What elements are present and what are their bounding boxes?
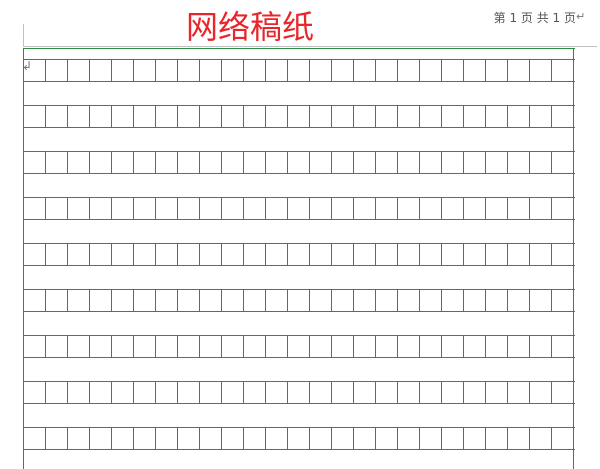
- grid-cell-row[interactable]: [23, 105, 575, 128]
- margin-corner-marker: [23, 24, 24, 47]
- page-header: 网络稿纸 第 1 页 共 1 页 ↵: [0, 0, 600, 47]
- manuscript-grid: [23, 48, 575, 469]
- grid-cell-row[interactable]: [23, 197, 575, 220]
- header-divider: [23, 46, 597, 47]
- grid-cell-row[interactable]: [23, 243, 575, 266]
- page-number-info: 第 1 页 共 1 页: [493, 11, 576, 25]
- manuscript-paper[interactable]: [23, 48, 575, 469]
- paragraph-mark-icon: ↵: [576, 10, 586, 23]
- grid-cell-row[interactable]: [23, 151, 575, 174]
- grid-cell-row[interactable]: [23, 335, 575, 358]
- grid-cell-row[interactable]: [23, 59, 575, 82]
- document-title: 网络稿纸: [186, 8, 315, 46]
- grid-cell-row[interactable]: [23, 289, 575, 312]
- grid-cell-row[interactable]: [23, 381, 575, 404]
- grid-cell-row[interactable]: [23, 427, 575, 450]
- text-cursor-mark-icon: ↲: [22, 59, 33, 73]
